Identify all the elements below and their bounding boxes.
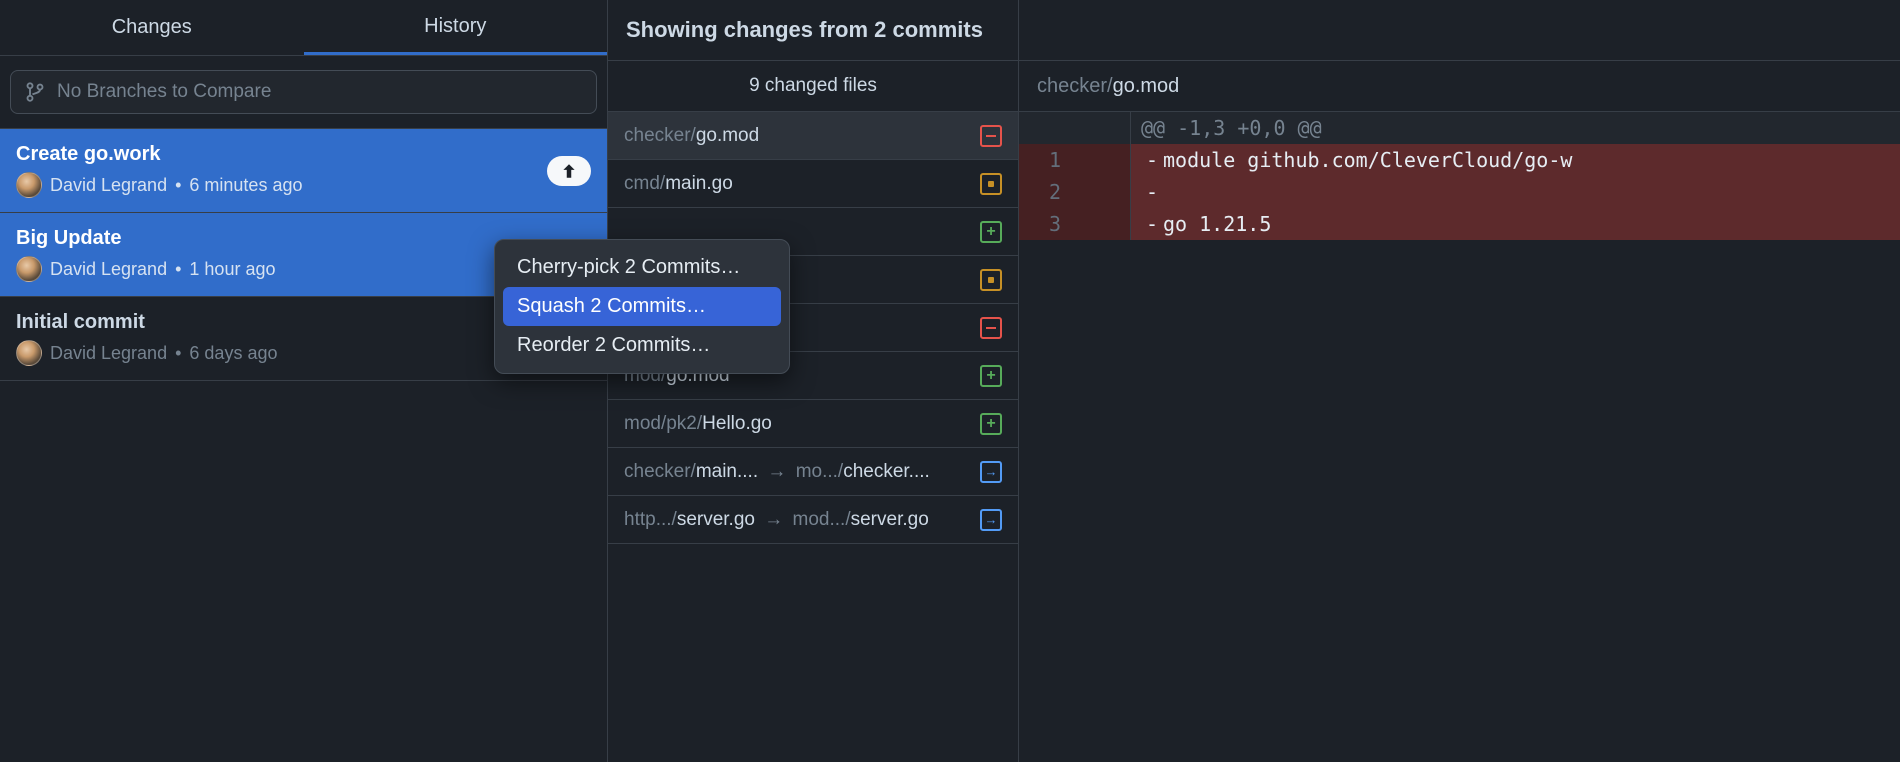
commit-title: Create go.work xyxy=(16,143,302,166)
avatar xyxy=(16,256,42,282)
context-menu-reorder[interactable]: Reorder 2 Commits… xyxy=(503,326,781,365)
diff-line-deleted: 1 -module github.com/CleverCloud/go-w xyxy=(1019,144,1900,176)
renamed-icon xyxy=(980,509,1002,531)
commit-title: Initial commit xyxy=(16,311,277,334)
commit-time: 6 minutes ago xyxy=(189,175,302,196)
diff-file-header: checker/go.mod xyxy=(1019,60,1900,112)
commit-item[interactable]: Create go.work David Legrand • 6 minutes… xyxy=(0,129,607,213)
avatar xyxy=(16,172,42,198)
arrow-up-icon xyxy=(560,162,578,180)
file-panel: Showing changes from 2 commits 9 changed… xyxy=(608,0,1019,762)
context-menu: Cherry-pick 2 Commits… Squash 2 Commits…… xyxy=(494,239,790,374)
branch-compare-placeholder: No Branches to Compare xyxy=(57,81,271,103)
file-item[interactable]: http.../server.go → mod.../server.go xyxy=(608,496,1018,544)
commit-author: David Legrand xyxy=(50,343,167,364)
showing-header: Showing changes from 2 commits xyxy=(608,0,1018,60)
files-count-header: 9 changed files xyxy=(608,60,1018,112)
file-item[interactable]: checker/go.mod xyxy=(608,112,1018,160)
added-icon xyxy=(980,221,1002,243)
diff-content: @@ -1,3 +0,0 @@ 1 -module github.com/Cle… xyxy=(1019,112,1900,240)
diff-hunk-header: @@ -1,3 +0,0 @@ xyxy=(1019,112,1900,144)
branch-compare-select[interactable]: No Branches to Compare xyxy=(10,70,597,114)
renamed-icon xyxy=(980,461,1002,483)
commit-author: David Legrand xyxy=(50,175,167,196)
avatar xyxy=(16,340,42,366)
arrow-right-icon: → xyxy=(767,461,786,482)
tab-changes[interactable]: Changes xyxy=(0,0,304,55)
diff-line-deleted: 3 -go 1.21.5 xyxy=(1019,208,1900,240)
push-badge[interactable] xyxy=(547,156,591,186)
commit-author: David Legrand xyxy=(50,259,167,280)
added-icon xyxy=(980,365,1002,387)
deleted-icon xyxy=(980,125,1002,147)
modified-icon xyxy=(980,173,1002,195)
deleted-icon xyxy=(980,317,1002,339)
file-item[interactable]: cmd/main.go xyxy=(608,160,1018,208)
added-icon xyxy=(980,413,1002,435)
context-menu-cherry-pick[interactable]: Cherry-pick 2 Commits… xyxy=(503,248,781,287)
tabs: Changes History xyxy=(0,0,607,56)
file-item[interactable]: checker/main.... → mo.../checker.... xyxy=(608,448,1018,496)
file-item[interactable]: mod/pk2/Hello.go xyxy=(608,400,1018,448)
diff-line-deleted: 2 - xyxy=(1019,176,1900,208)
context-menu-squash[interactable]: Squash 2 Commits… xyxy=(503,287,781,326)
modified-icon xyxy=(980,269,1002,291)
diff-panel: checker/go.mod @@ -1,3 +0,0 @@ 1 -module… xyxy=(1019,0,1900,762)
commit-title: Big Update xyxy=(16,227,275,250)
commit-time: 1 hour ago xyxy=(189,259,275,280)
sidebar: Changes History No Branches to Compare C… xyxy=(0,0,608,762)
tab-history[interactable]: History xyxy=(304,0,608,55)
arrow-right-icon: → xyxy=(764,509,783,530)
git-branch-icon xyxy=(25,82,45,102)
commit-time: 6 days ago xyxy=(189,343,277,364)
